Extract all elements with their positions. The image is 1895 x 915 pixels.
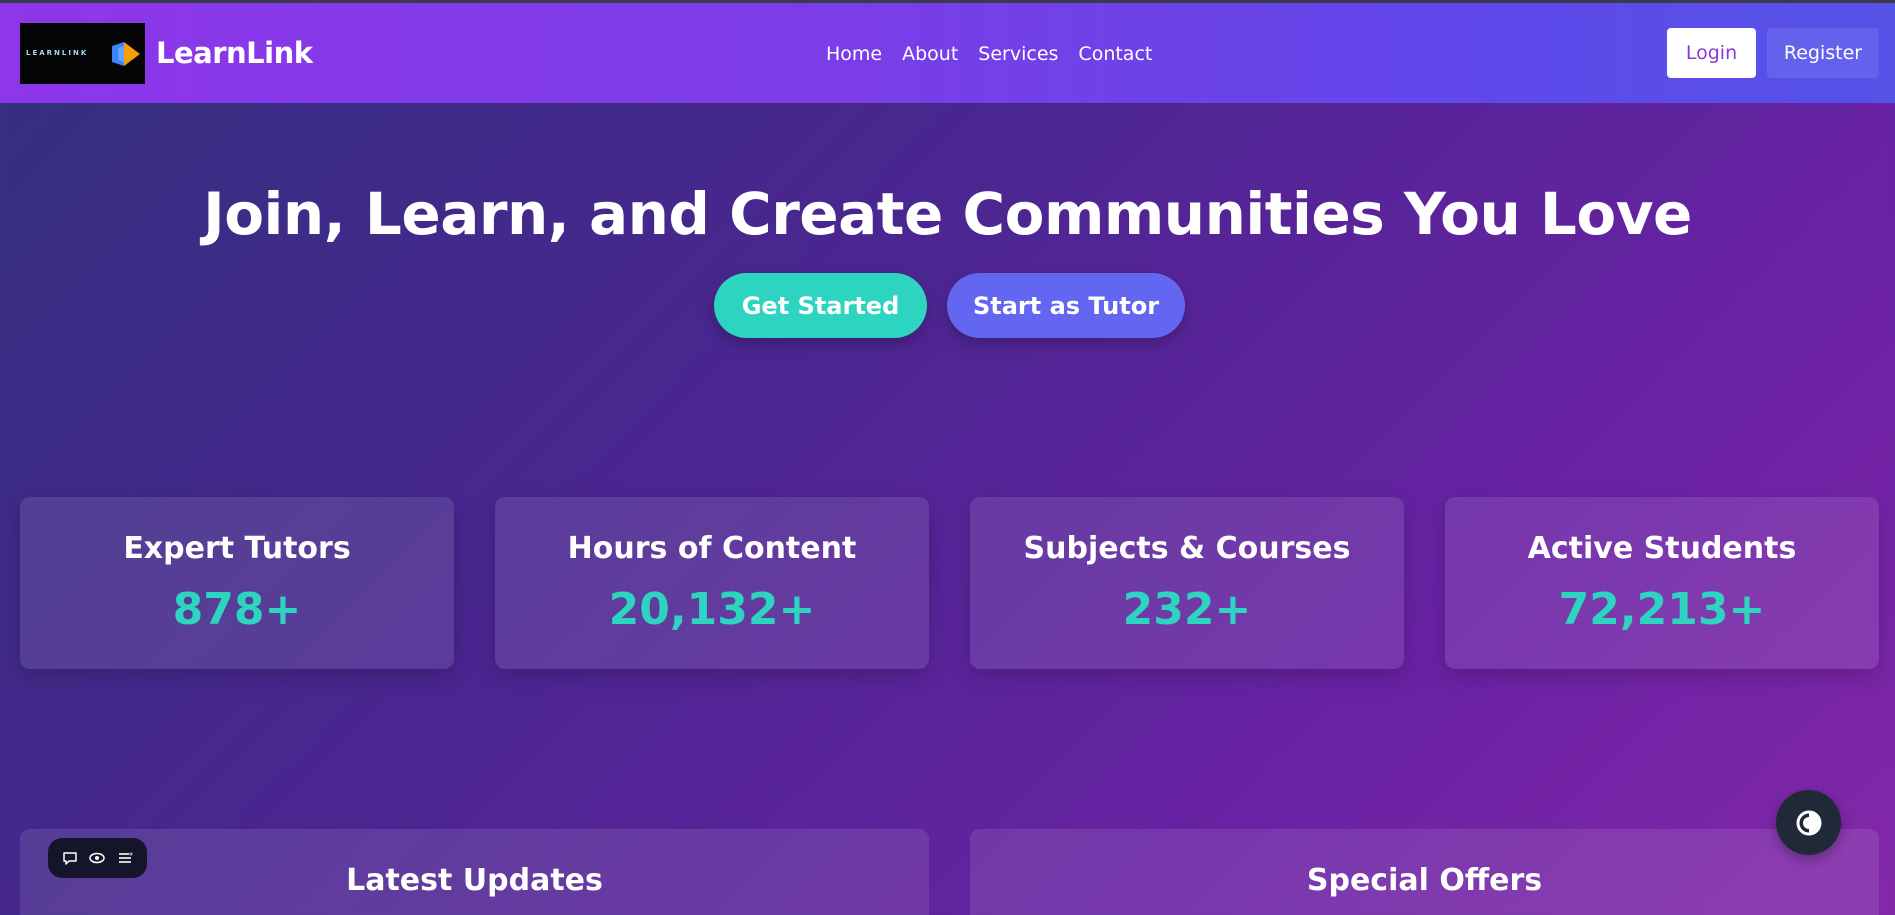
- get-started-button[interactable]: Get Started: [714, 273, 927, 338]
- nav-home[interactable]: Home: [826, 43, 882, 65]
- nav-contact[interactable]: Contact: [1078, 43, 1152, 65]
- stat-label: Expert Tutors: [123, 531, 351, 566]
- stat-card-hours: Hours of Content 20,132+: [495, 497, 929, 669]
- nav-services[interactable]: Services: [978, 43, 1058, 65]
- contrast-icon: [1796, 810, 1821, 835]
- panel-title: Special Offers: [1306, 863, 1543, 898]
- stat-value: 232+: [1122, 584, 1252, 635]
- stat-value: 878+: [172, 584, 302, 635]
- logo-text: LEARNLINK: [26, 49, 89, 57]
- stat-card-students: Active Students 72,213+: [1445, 497, 1879, 669]
- latest-updates-panel: Latest Updates: [20, 829, 929, 915]
- auth-buttons: Login Register: [1667, 28, 1879, 78]
- hero-title: Join, Learn, and Create Communities You …: [203, 180, 1692, 248]
- hero-buttons: Get Started Start as Tutor: [714, 273, 1185, 338]
- stat-label: Active Students: [1527, 531, 1797, 566]
- stat-label: Hours of Content: [567, 531, 857, 566]
- panel-title: Latest Updates: [346, 863, 603, 898]
- login-button[interactable]: Login: [1667, 28, 1756, 78]
- navbar: LEARNLINK LearnLink Home About Services …: [0, 3, 1895, 103]
- start-as-tutor-button[interactable]: Start as Tutor: [947, 273, 1185, 338]
- menu-icon[interactable]: [116, 849, 134, 867]
- nav-about[interactable]: About: [902, 43, 958, 65]
- info-panels: Latest Updates Special Offers: [20, 829, 1879, 915]
- stats-row: Expert Tutors 878+ Hours of Content 20,1…: [20, 497, 1879, 669]
- logo-mark-icon: [112, 41, 140, 66]
- comment-icon[interactable]: [61, 849, 79, 867]
- stat-value: 72,213+: [1558, 584, 1766, 635]
- brand-name[interactable]: LearnLink: [156, 36, 313, 70]
- main-nav: Home About Services Contact: [826, 43, 1152, 65]
- logo[interactable]: LEARNLINK: [20, 22, 145, 84]
- contrast-toggle-button[interactable]: [1776, 790, 1841, 855]
- eye-icon[interactable]: [88, 849, 106, 867]
- stat-card-subjects: Subjects & Courses 232+: [970, 497, 1404, 669]
- floating-toolbar: [48, 838, 147, 878]
- register-button[interactable]: Register: [1767, 28, 1879, 78]
- special-offers-panel: Special Offers: [970, 829, 1879, 915]
- stat-label: Subjects & Courses: [1023, 531, 1351, 566]
- stat-card-tutors: Expert Tutors 878+: [20, 497, 454, 669]
- stat-value: 20,132+: [608, 584, 816, 635]
